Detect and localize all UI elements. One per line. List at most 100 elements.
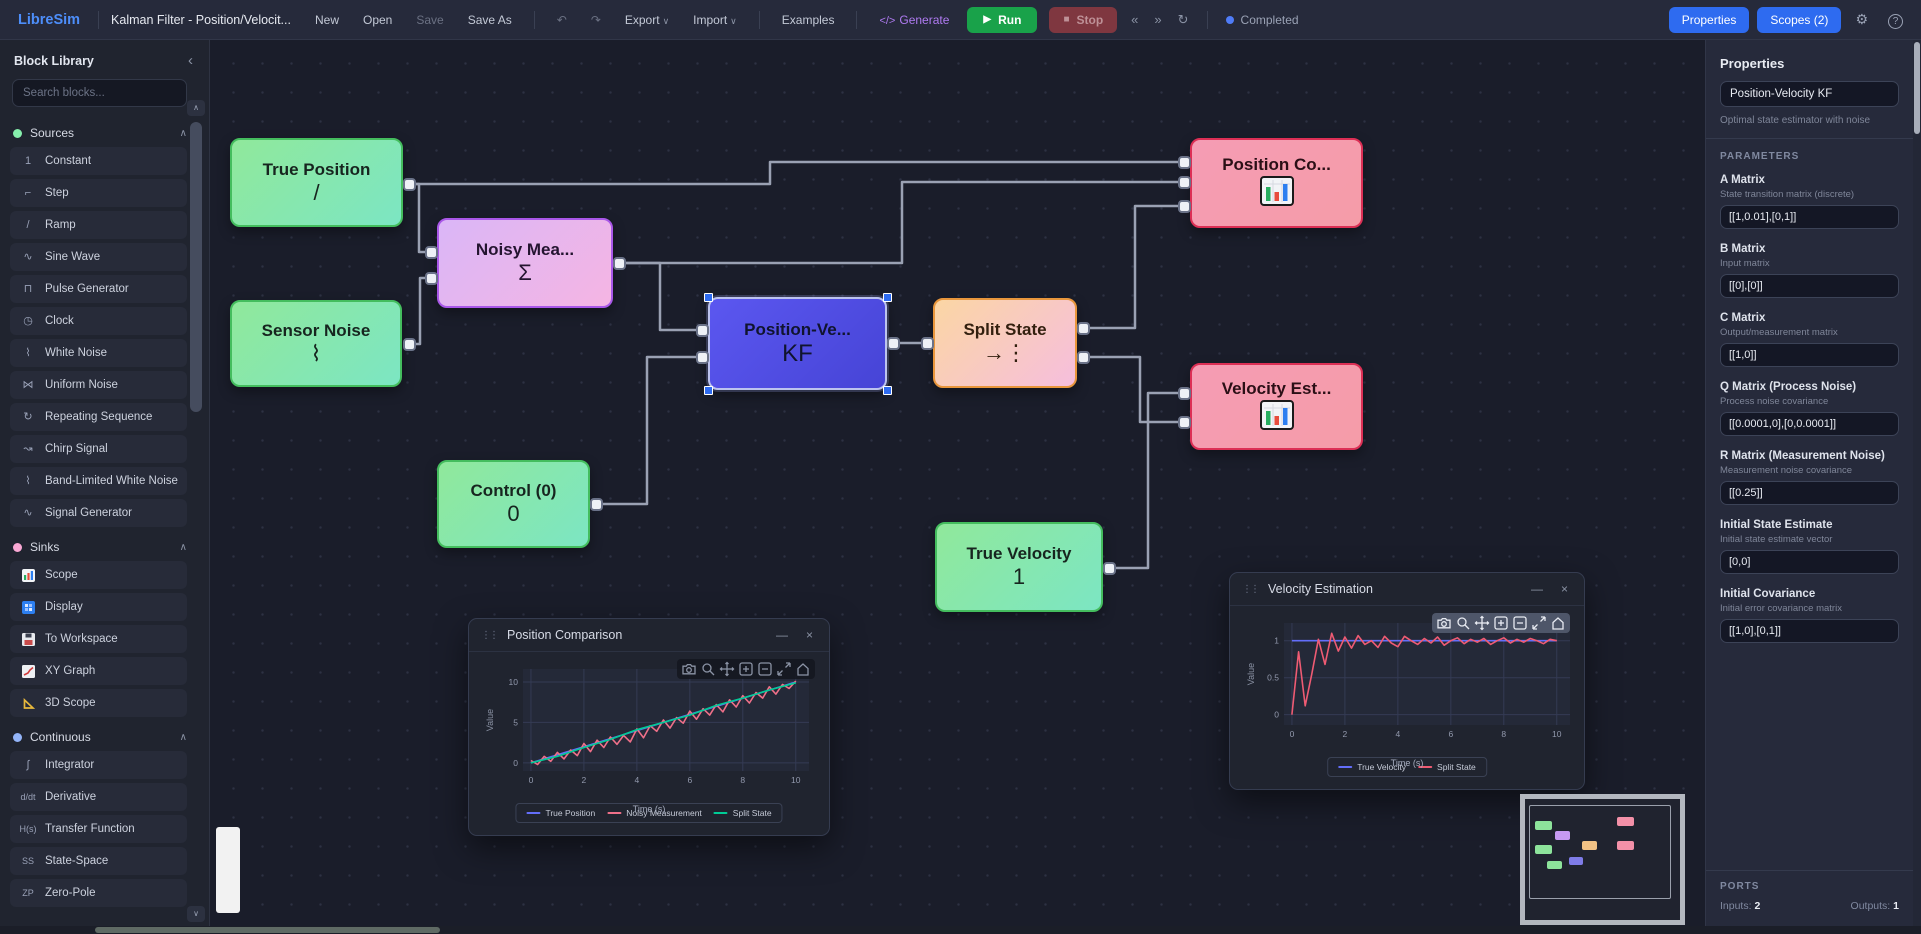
export-menu[interactable]: Export∨ — [615, 7, 679, 33]
refresh-icon[interactable]: ↻ — [1172, 7, 1195, 33]
zoom-out-icon[interactable] — [1512, 615, 1528, 631]
sidebar-scrollbar[interactable]: ∧ ∨ — [187, 100, 205, 922]
step-forward-icon[interactable]: » — [1148, 7, 1167, 32]
diagram-canvas[interactable]: True Position/Sensor Noise⌇ Noisy Mea...Σ… — [210, 40, 1705, 926]
port[interactable] — [1178, 416, 1191, 429]
reset-axes-icon[interactable] — [795, 661, 811, 677]
minimize-icon[interactable]: — — [772, 628, 792, 642]
examples-button[interactable]: Examples — [772, 7, 845, 33]
param-input-q-matrix-process-noise[interactable] — [1720, 412, 1899, 436]
library-item-ramp[interactable]: / Ramp — [10, 211, 187, 239]
block-sensor-noise[interactable]: Sensor Noise⌇ — [230, 300, 402, 387]
library-item-chirp-signal[interactable]: ↝ Chirp Signal — [10, 435, 187, 463]
library-item-zero-pole[interactable]: ZP Zero-Pole — [10, 879, 187, 907]
reset-axes-icon[interactable] — [1550, 615, 1566, 631]
run-button[interactable]: ▶Run — [967, 7, 1037, 33]
library-item-derivative[interactable]: d/dt Derivative — [10, 783, 187, 811]
open-button[interactable]: Open — [353, 7, 402, 33]
library-item-transfer-function[interactable]: H(s) Transfer Function — [10, 815, 187, 843]
gear-icon[interactable]: ⚙ — [1849, 7, 1874, 32]
help-icon[interactable]: ? — [1882, 7, 1909, 33]
port[interactable] — [403, 338, 416, 351]
horizontal-scrollbar[interactable] — [0, 926, 1921, 934]
port[interactable] — [921, 337, 934, 350]
port[interactable] — [1077, 351, 1090, 364]
library-section-sources[interactable]: Sources ∧ — [0, 117, 209, 147]
library-section-sinks[interactable]: Sinks ∧ — [0, 531, 209, 561]
library-section-continuous[interactable]: Continuous ∧ — [0, 721, 209, 751]
scroll-up-icon[interactable]: ∧ — [187, 100, 205, 116]
redo-icon[interactable]: ↷ — [581, 7, 611, 33]
block-position-velocity-kf[interactable]: Position-Ve...KF — [708, 297, 887, 390]
drag-handle-icon[interactable]: ⋮⋮ — [481, 630, 497, 641]
legend-item-true-velocity[interactable]: True Velocity — [1338, 762, 1406, 772]
library-item-display[interactable]: Display — [10, 593, 187, 621]
block-name-input[interactable] — [1720, 81, 1899, 107]
param-input-r-matrix-measurement-noise[interactable] — [1720, 481, 1899, 505]
block-control[interactable]: Control (0)0 — [437, 460, 590, 548]
selection-handle[interactable] — [883, 386, 892, 395]
library-item-scope[interactable]: Scope — [10, 561, 187, 589]
minimap[interactable] — [1520, 794, 1685, 925]
param-input-a-matrix[interactable] — [1720, 205, 1899, 229]
selection-handle[interactable] — [704, 386, 713, 395]
block-velocity-estimation-scope[interactable]: Velocity Est... — [1190, 363, 1363, 450]
port[interactable] — [1103, 562, 1116, 575]
stop-button[interactable]: ■Stop — [1049, 7, 1117, 33]
legend-item-true-position[interactable]: True Position — [526, 808, 595, 818]
scrollbar-thumb[interactable] — [95, 927, 440, 933]
camera-icon[interactable] — [1436, 615, 1452, 631]
scope-window-titlebar[interactable]: ⋮⋮ Position Comparison — × — [469, 619, 829, 652]
block-noisy-measurement[interactable]: Noisy Mea...Σ — [437, 218, 613, 308]
port[interactable] — [1077, 322, 1090, 335]
zoom-icon[interactable] — [700, 661, 716, 677]
pan-icon[interactable] — [1474, 615, 1490, 631]
port[interactable] — [887, 337, 900, 350]
undo-icon[interactable]: ↶ — [547, 7, 577, 33]
legend-item-noisy-measurement[interactable]: Noisy Measurement — [607, 808, 702, 818]
close-icon[interactable]: × — [1557, 582, 1572, 596]
param-input-b-matrix[interactable] — [1720, 274, 1899, 298]
vertical-scrollbar[interactable] — [1913, 40, 1921, 926]
properties-button[interactable]: Properties — [1669, 7, 1750, 33]
library-item-xy-graph[interactable]: XY Graph — [10, 657, 187, 685]
zoom-in-icon[interactable] — [1493, 615, 1509, 631]
library-item-signal-generator[interactable]: ∿ Signal Generator — [10, 499, 187, 527]
param-input-initial-covariance[interactable] — [1720, 619, 1899, 643]
port[interactable] — [1178, 387, 1191, 400]
library-item-uniform-noise[interactable]: ⋈ Uniform Noise — [10, 371, 187, 399]
library-item-band-limited-white-noise[interactable]: ⌇ Band-Limited White Noise — [10, 467, 187, 495]
port[interactable] — [696, 351, 709, 364]
pan-icon[interactable] — [719, 661, 735, 677]
param-input-initial-state-estimate[interactable] — [1720, 550, 1899, 574]
save-button[interactable]: Save — [406, 7, 453, 33]
minimize-icon[interactable]: — — [1527, 582, 1547, 596]
zoom-icon[interactable] — [1455, 615, 1471, 631]
new-button[interactable]: New — [305, 7, 349, 33]
save-as-button[interactable]: Save As — [458, 7, 522, 33]
library-item-constant[interactable]: 1 Constant — [10, 147, 187, 175]
step-back-icon[interactable]: « — [1125, 7, 1144, 32]
selection-handle[interactable] — [704, 293, 713, 302]
port[interactable] — [613, 257, 626, 270]
zoom-out-icon[interactable] — [757, 661, 773, 677]
param-input-c-matrix[interactable] — [1720, 343, 1899, 367]
drag-handle-icon[interactable]: ⋮⋮ — [1242, 584, 1258, 595]
block-split-state[interactable]: Split State→⋮ — [933, 298, 1077, 388]
library-item-sine-wave[interactable]: ∿ Sine Wave — [10, 243, 187, 271]
scopes-button[interactable]: Scopes (2) — [1757, 7, 1841, 33]
library-item-step[interactable]: ⌐ Step — [10, 179, 187, 207]
library-item-clock[interactable]: ◷ Clock — [10, 307, 187, 335]
port[interactable] — [1178, 200, 1191, 213]
scope-window-titlebar[interactable]: ⋮⋮ Velocity Estimation — × — [1230, 573, 1584, 606]
port[interactable] — [425, 246, 438, 259]
library-item-state-space[interactable]: SS State-Space — [10, 847, 187, 875]
library-item-integrator[interactable]: ∫ Integrator — [10, 751, 187, 779]
legend-item-split-state[interactable]: Split State — [1418, 762, 1476, 772]
collapse-sidebar-icon[interactable]: ‹ — [184, 52, 197, 69]
block-true-position[interactable]: True Position/ — [230, 138, 403, 227]
search-input[interactable] — [12, 79, 187, 107]
library-item-pulse-generator[interactable]: ⊓ Pulse Generator — [10, 275, 187, 303]
autoscale-icon[interactable] — [776, 661, 792, 677]
port[interactable] — [1178, 156, 1191, 169]
